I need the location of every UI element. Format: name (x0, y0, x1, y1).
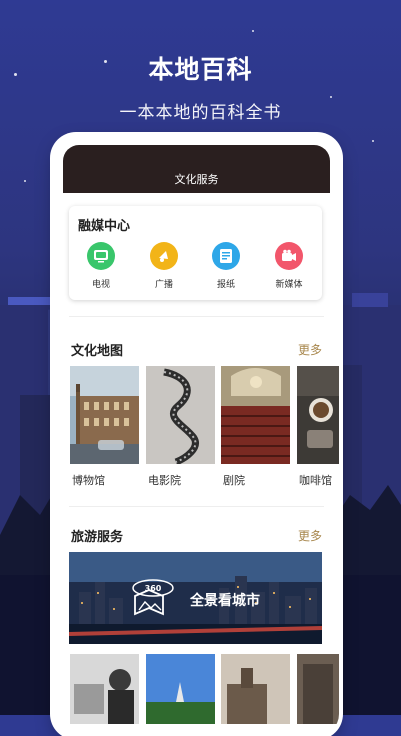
film-reel-photo (146, 366, 215, 464)
broadcast-icon (150, 242, 178, 270)
culture-item-theater[interactable]: 剧院 (221, 366, 290, 488)
phone-header-bar: 文化服务 (63, 145, 330, 193)
media-item-new-media[interactable]: 新媒体 (267, 242, 311, 290)
media-item-label: 报纸 (216, 280, 235, 290)
travel-photo (297, 654, 339, 724)
media-center-card: 融媒中心 电视 广播 报纸 新媒体 (69, 206, 322, 300)
panorama-city-banner[interactable]: 360 全景看城市 (69, 552, 322, 644)
media-item-label: 新媒体 (275, 280, 303, 290)
travel-header: 旅游服务 更多 (69, 526, 324, 546)
travel-more-link[interactable]: 更多 (298, 527, 322, 544)
travel-photo (146, 654, 215, 724)
app-title: 本地百科 (148, 55, 253, 84)
travel-item-3[interactable] (221, 654, 290, 724)
travel-item-2[interactable] (146, 654, 215, 724)
app-subtitle: 一本本地的百科全书 (119, 103, 282, 123)
culture-map-header: 文化地图 更多 (69, 340, 324, 360)
travel-photo (221, 654, 290, 724)
media-item-broadcast[interactable]: 广播 (142, 242, 186, 290)
hero-header: 本地百科 一本本地的百科全书 (0, 50, 401, 123)
culture-item-label: 博物馆 (72, 474, 105, 487)
culture-item-label: 剧院 (223, 474, 245, 487)
culture-item-cafe[interactable]: 咖啡馆 (297, 366, 339, 488)
culture-item-cinema[interactable]: 电影院 (146, 366, 215, 488)
museum-photo (70, 366, 139, 464)
culture-item-label: 咖啡馆 (299, 474, 332, 487)
culture-item-museum[interactable]: 博物馆 (70, 366, 139, 488)
travel-item-1[interactable] (70, 654, 139, 724)
panorama-banner-text: 全景看城市 (190, 593, 260, 609)
culture-map-title: 文化地图 (71, 344, 124, 359)
phone-mockup: 文化服务 融媒中心 电视 广播 报纸 新媒体 文化地图 更多 博物馆 电影院 剧… (54, 136, 339, 736)
travel-item-4[interactable] (297, 654, 339, 724)
page-title: 文化服务 (174, 173, 219, 186)
culture-item-label: 电影院 (148, 474, 181, 487)
media-item-label: 广播 (154, 280, 173, 290)
section-divider (69, 506, 324, 507)
media-item-newspaper[interactable]: 报纸 (204, 242, 248, 290)
newspaper-icon (212, 242, 240, 270)
new-media-icon (275, 242, 303, 270)
cafe-photo (297, 366, 339, 464)
travel-photo (70, 654, 139, 724)
culture-map-more-link[interactable]: 更多 (298, 341, 322, 358)
svg-text:360: 360 (145, 584, 162, 593)
section-divider (69, 316, 324, 317)
tv-icon (87, 242, 115, 270)
media-item-tv[interactable]: 电视 (79, 242, 123, 290)
media-item-label: 电视 (91, 280, 110, 290)
media-center-title: 融媒中心 (78, 219, 131, 234)
travel-title: 旅游服务 (71, 530, 124, 545)
theater-photo (221, 366, 290, 464)
